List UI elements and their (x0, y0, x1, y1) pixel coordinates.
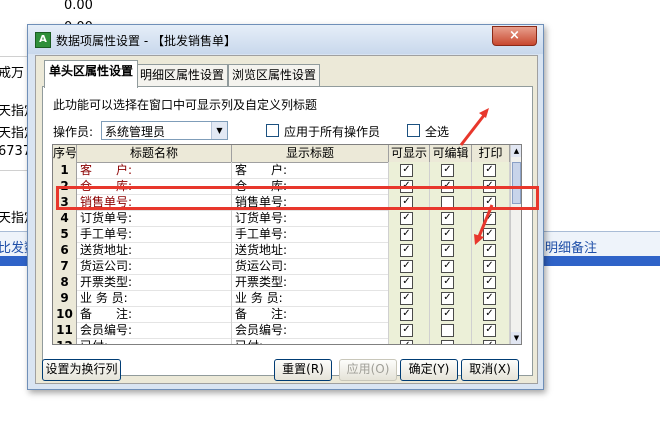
tab-header-settings[interactable]: 单头区属性设置 (44, 60, 138, 88)
arrow-down-icon (474, 204, 494, 245)
arrow-up-icon (459, 108, 489, 146)
